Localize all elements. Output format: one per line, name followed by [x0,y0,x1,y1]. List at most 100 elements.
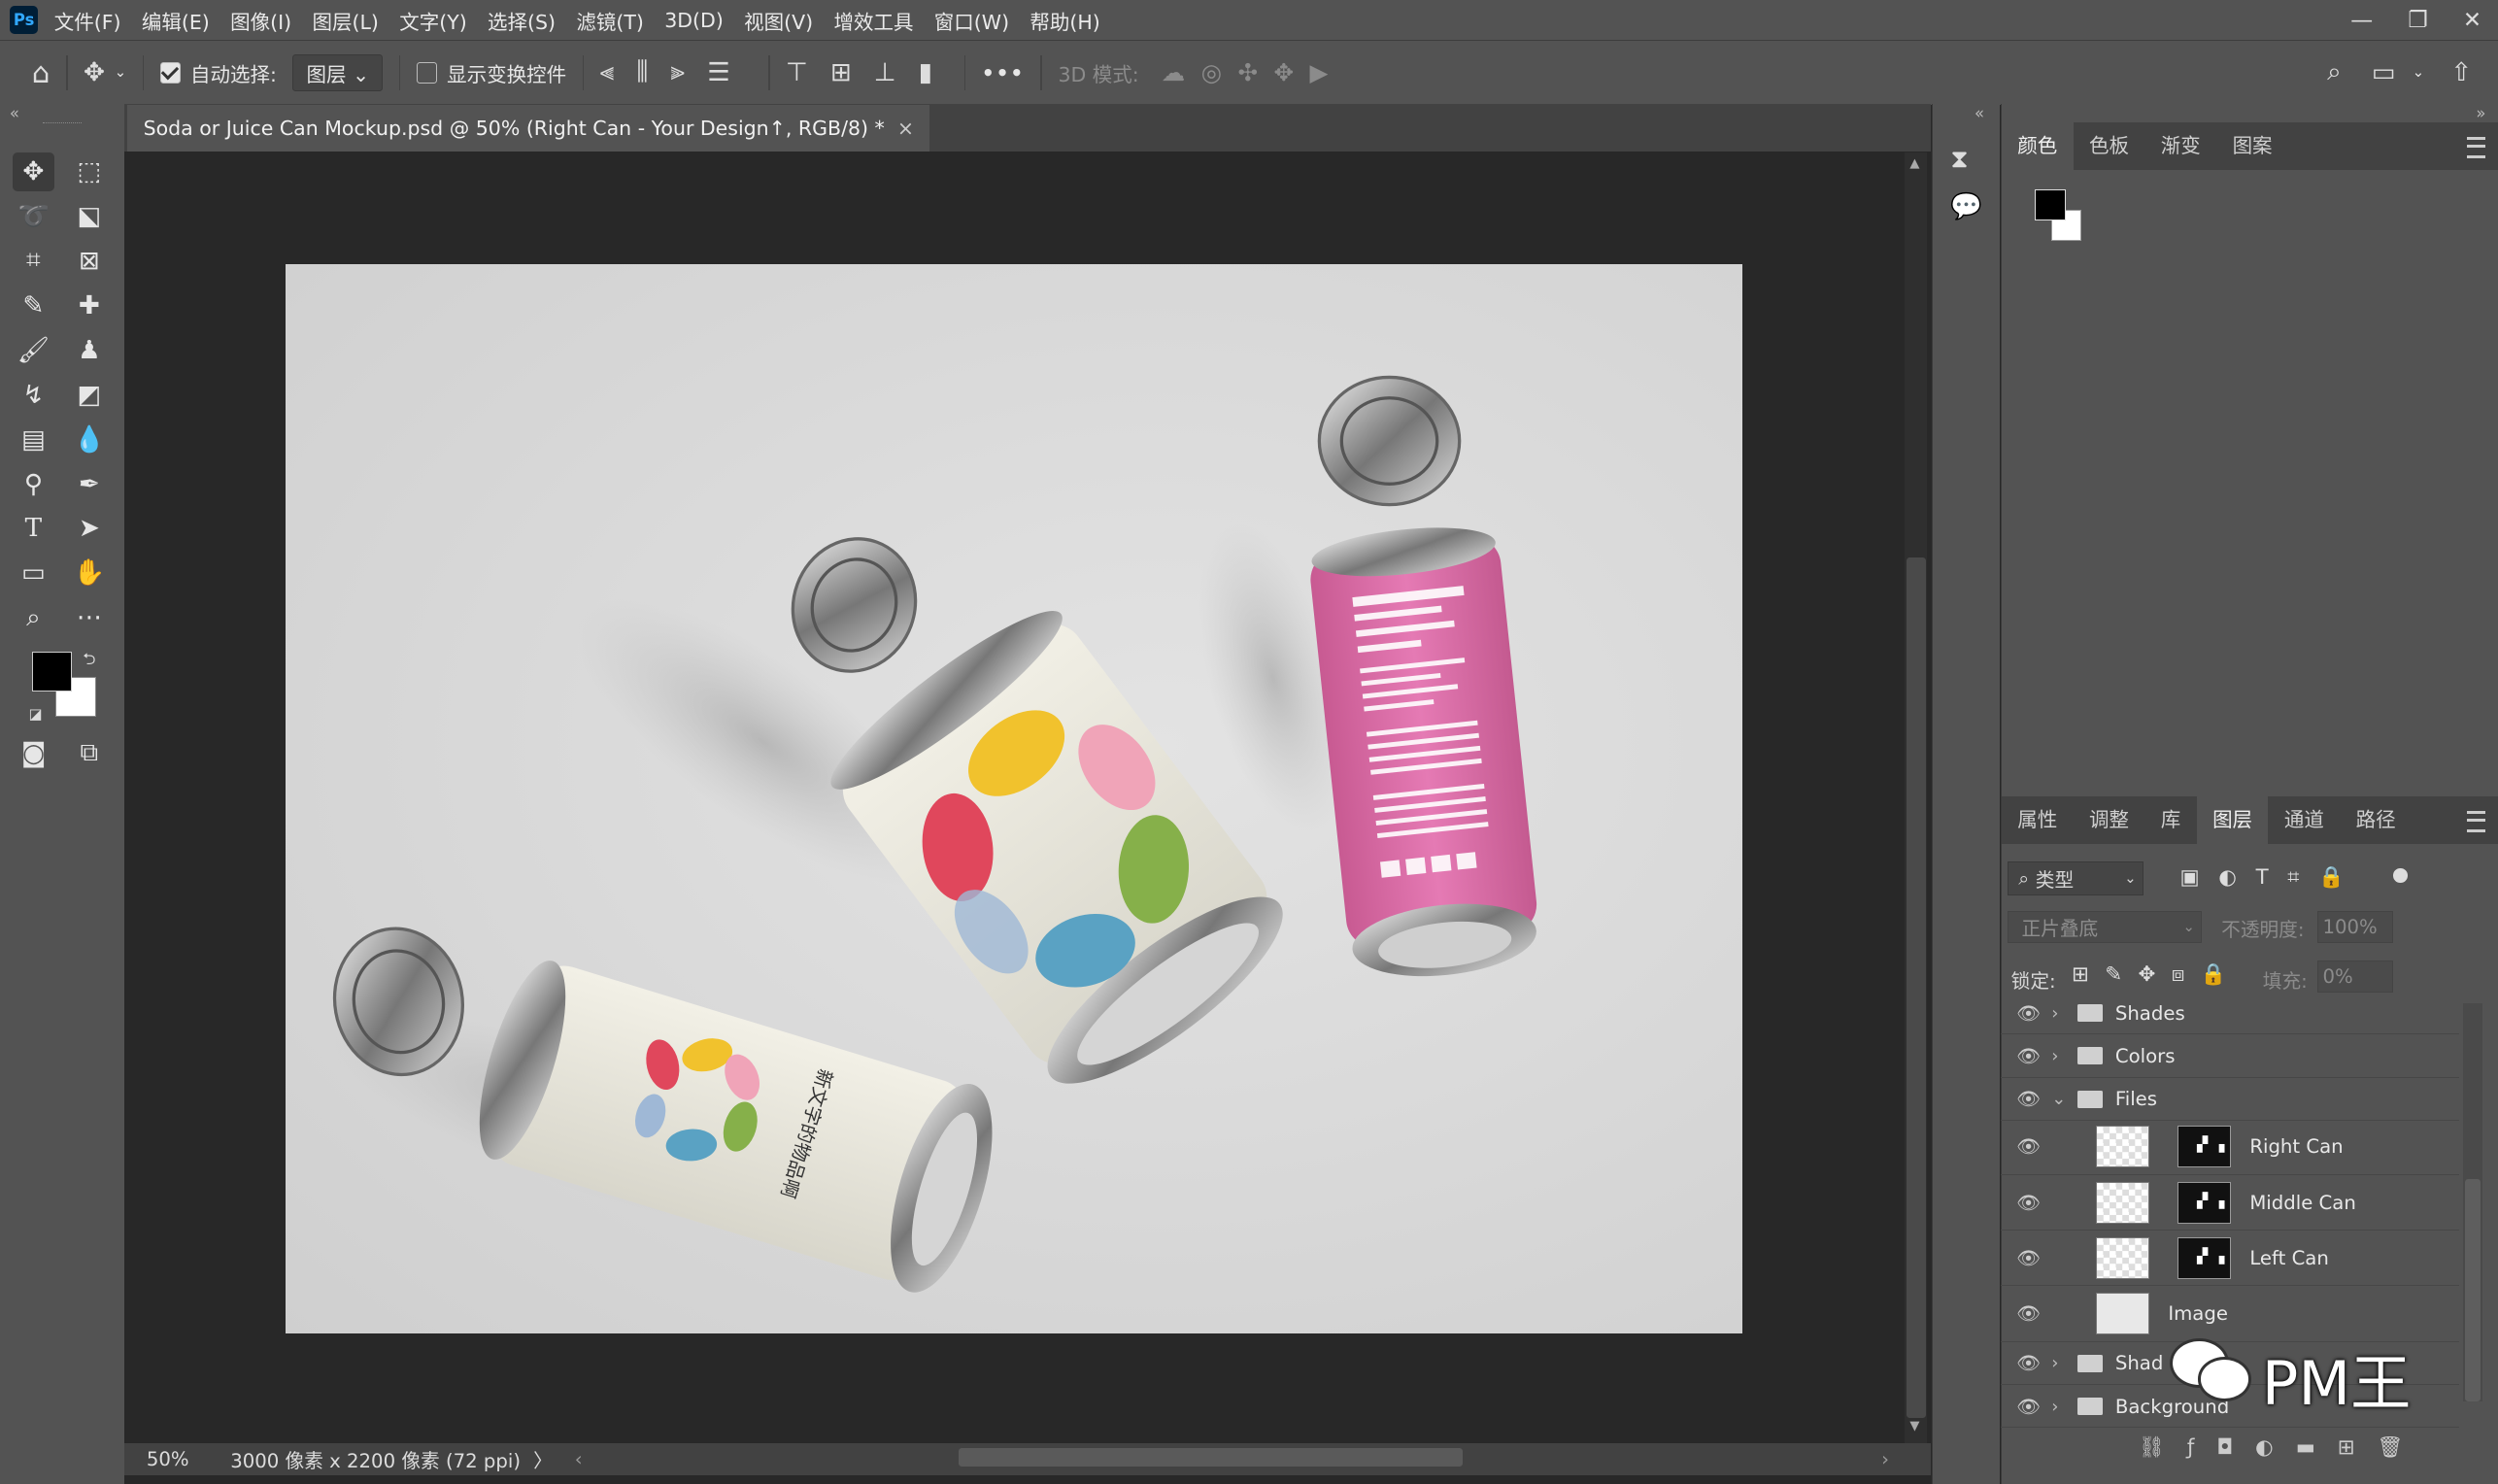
layer-mask-thumbnail[interactable] [2177,1237,2231,1280]
tab-layers[interactable]: 图层 [2196,795,2269,845]
menu-filter[interactable]: 滤镜(T) [576,6,644,35]
menu-file[interactable]: 文件(F) [54,6,121,35]
tab-properties[interactable]: 属性 [2002,796,2074,844]
menu-edit[interactable]: 编辑(E) [142,6,210,35]
tab-patterns[interactable]: 图案 [2216,122,2288,170]
chevron-right-icon[interactable]: › [2051,1046,2071,1066]
layer-row[interactable]: 👁 › Shades [2000,993,2460,1035]
panel-menu-icon[interactable] [2466,137,2486,159]
align-bottom-icon[interactable]: ⊥ [874,58,896,87]
history-brush-icon[interactable]: ↯ [13,376,54,414]
restore-button[interactable]: ❐ [2408,8,2428,33]
pen-tool-icon[interactable]: ✒ [69,465,111,503]
vertical-scroll-thumb[interactable] [1907,557,1926,1418]
tab-paths[interactable]: 路径 [2340,796,2412,844]
align-center-icon[interactable]: ⫼ [636,57,648,87]
3d-tools-icon[interactable]: ☁◎✣✥▶ [1162,58,1344,86]
healing-brush-icon[interactable]: ✚ [69,287,111,324]
scroll-down-icon[interactable]: ▼ [1909,1419,1919,1433]
search-icon[interactable]: ⌕ [2327,57,2342,87]
align-middle-icon[interactable]: ⊞ [830,58,852,87]
zoom-level[interactable]: 50% [147,1448,189,1470]
panel-grip[interactable] [43,122,82,126]
scroll-left-icon[interactable]: ‹ [575,1448,583,1470]
foreground-color-swatch[interactable] [31,651,73,692]
horizontal-scroll-thumb[interactable] [959,1447,1463,1467]
eye-icon[interactable]: 👁 [2016,1088,2041,1110]
tab-channels[interactable]: 通道 [2268,796,2340,844]
more-tools-icon[interactable]: ⋯ [69,599,111,637]
close-tab-icon[interactable]: × [897,117,914,140]
tab-adjustments[interactable]: 调整 [2074,796,2145,844]
menu-image[interactable]: 图像(I) [230,6,291,35]
history-panel-icon[interactable]: ⧗ [1950,145,1968,175]
layers-bottom-toolbar[interactable]: ⛓ƒ◘◐▬⊞🗑 [2139,1435,2426,1460]
align-left-icon[interactable]: ⫷ [600,57,615,87]
eye-icon[interactable]: 👁 [2016,1396,2041,1418]
distribute-icon[interactable]: ☰ [707,58,730,87]
layers-scroll-thumb[interactable] [2465,1178,2481,1402]
swap-colors-icon[interactable]: ⮌ [83,648,95,675]
eye-icon[interactable]: 👁 [2016,1045,2041,1067]
frame-tool-icon[interactable]: ⊠ [69,242,111,280]
menu-help[interactable]: 帮助(H) [1030,6,1099,35]
eye-icon[interactable]: 👁 [2016,1192,2041,1214]
fill-input[interactable]: 0% [2316,960,2394,993]
canvas[interactable]: 新文字的物品啊 [285,264,1743,1333]
scroll-right-icon[interactable]: › [1881,1448,1889,1470]
auto-select-checkbox[interactable] [159,61,182,84]
hand-tool-icon[interactable]: ✋ [69,555,111,592]
layers-menu-icon[interactable] [2466,810,2486,833]
chevron-right-icon[interactable]: › [2051,1003,2071,1024]
document-tab[interactable]: Soda or Juice Can Mockup.psd @ 50% (Righ… [127,105,930,152]
eyedropper-icon[interactable]: ✎ [13,287,54,324]
eraser-icon[interactable]: ◩ [69,376,111,414]
layer-row[interactable]: 👁 Left Can [2000,1231,2460,1287]
tab-swatches[interactable]: 色板 [2074,122,2145,170]
auto-select-dropdown[interactable]: 图层 ⌄ [292,53,384,92]
align-top-icon[interactable]: ⊤ [786,58,808,87]
share-icon[interactable]: ⇧ [2450,58,2472,87]
tab-libraries[interactable]: 库 [2144,796,2196,844]
stamp-tool-icon[interactable]: ♟ [69,331,111,369]
scroll-up-icon[interactable]: ▲ [1909,156,1919,171]
default-colors-icon[interactable]: ◪ [29,706,43,723]
tab-color[interactable]: 颜色 [2001,122,2074,171]
comments-panel-icon[interactable]: 💬 [1950,192,1982,221]
collapse-icon[interactable]: « [10,104,19,122]
lasso-tool-icon[interactable]: ➰ [13,197,54,235]
show-transform-checkbox[interactable] [416,61,438,84]
eye-icon[interactable]: 👁 [2016,1352,2041,1374]
menu-type[interactable]: 文字(Y) [399,6,467,35]
layer-row[interactable]: 👁 ⌄ Files [2000,1078,2460,1121]
layer-filter-icons[interactable]: ▣◐T⌗🔒 [2180,865,2364,890]
opacity-input[interactable]: 100% [2316,911,2394,943]
distribute-vertical-icon[interactable]: ▮ [919,58,932,87]
layer-row[interactable]: 👁 Right Can [2000,1120,2460,1175]
quick-mask-icon[interactable]: ◙ [13,734,54,772]
object-select-icon[interactable]: ⬕ [69,197,111,235]
menu-layer[interactable]: 图层(L) [312,6,378,35]
brush-tool-icon[interactable]: 🖌 [13,331,54,369]
info-menu-icon[interactable]: 〉 [533,1445,553,1473]
menu-plugins[interactable]: 增效工具 [833,6,913,35]
chevron-down-icon[interactable]: ⌄ [2051,1089,2071,1109]
rectangle-tool-icon[interactable]: ▭ [13,555,54,592]
chevron-right-icon[interactable]: › [2051,1353,2071,1373]
align-right-icon[interactable]: ⫸ [670,57,685,87]
close-window-button[interactable]: ✕ [2463,8,2481,33]
move-tool-icon[interactable]: ✥ [13,152,54,191]
type-tool-icon[interactable]: T [13,510,54,548]
filter-toggle[interactable] [2393,867,2409,883]
tab-gradients[interactable]: 渐变 [2144,122,2216,170]
dodge-tool-icon[interactable]: ⚲ [13,465,54,503]
more-options-button[interactable]: ••• [982,61,1025,84]
workspace-icon[interactable]: ▭ [2372,58,2396,87]
crop-tool-icon[interactable]: ⌗ [13,242,54,280]
layer-mask-thumbnail[interactable] [2177,1126,2231,1168]
move-tool-icon[interactable]: ✥ [84,58,105,87]
chevron-right-icon[interactable]: › [2051,1397,2071,1417]
eye-icon[interactable]: 👁 [2016,1002,2041,1025]
collapse-icon[interactable]: « [1975,104,1984,122]
marquee-tool-icon[interactable]: ⬚ [69,152,111,190]
